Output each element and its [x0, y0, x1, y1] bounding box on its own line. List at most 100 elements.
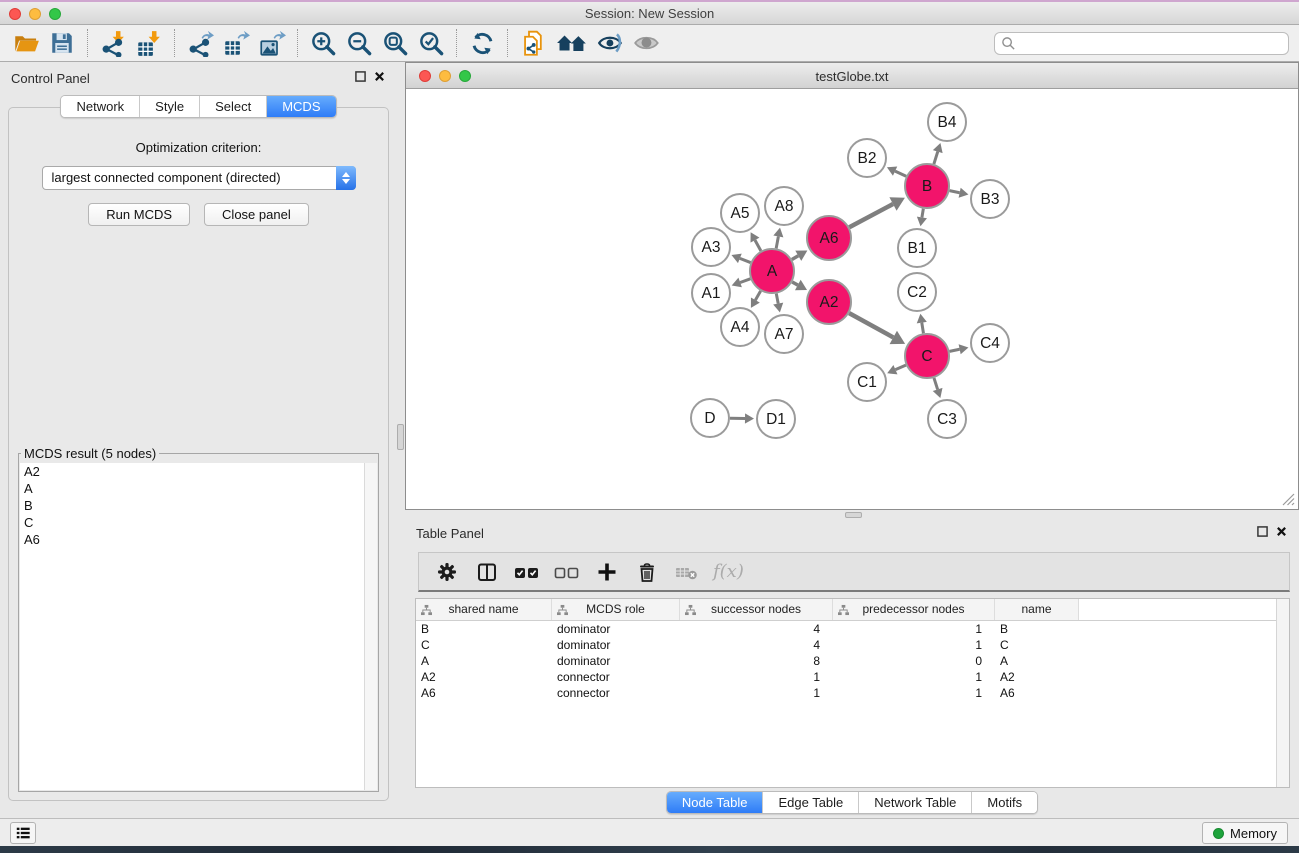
tab-network-table[interactable]: Network Table [858, 792, 971, 813]
zoom-selected-button[interactable] [413, 27, 449, 59]
list-icon [15, 825, 31, 841]
graph-edge[interactable] [922, 323, 924, 334]
column-header-mcds-role[interactable]: MCDS role [552, 599, 680, 620]
duplicate-network-button[interactable] [515, 27, 551, 59]
graph-edge[interactable] [922, 209, 923, 218]
create-column-button[interactable] [589, 556, 625, 588]
zoom-out-button[interactable] [341, 27, 377, 59]
refresh-button[interactable] [464, 27, 500, 59]
gear-icon [435, 560, 459, 584]
table-cell: 0 [833, 653, 995, 669]
close-panel-button[interactable]: Close panel [204, 203, 309, 226]
table-cell: 8 [680, 653, 833, 669]
tab-select[interactable]: Select [199, 96, 266, 117]
import-table-button[interactable] [131, 27, 167, 59]
table-settings-button[interactable] [429, 556, 465, 588]
open-session-button[interactable] [8, 27, 44, 59]
graph-edge[interactable] [755, 240, 761, 251]
result-scrollbar[interactable] [364, 463, 377, 790]
graph-edge[interactable] [849, 204, 893, 227]
eye-button[interactable] [629, 27, 665, 59]
tab-network[interactable]: Network [61, 96, 139, 117]
resize-grip-icon[interactable] [1282, 493, 1295, 506]
graph-edge[interactable] [895, 171, 906, 176]
birdseye-toggle-button[interactable] [593, 27, 629, 59]
graph-edge[interactable] [934, 378, 938, 390]
graph-edge[interactable] [950, 349, 960, 351]
graph-node-label: C2 [907, 284, 927, 301]
dropdown-stepper-icon [336, 166, 356, 190]
graph-edge[interactable] [755, 291, 760, 300]
optimization-criterion-select[interactable]: largest connected component (directed) [42, 166, 356, 190]
run-mcds-button[interactable]: Run MCDS [88, 203, 190, 226]
memory-button[interactable]: Memory [1202, 822, 1288, 844]
task-history-button[interactable] [10, 822, 36, 844]
table-cell: 1 [833, 621, 995, 637]
search-input[interactable] [1016, 37, 1282, 51]
panel-split-handle[interactable] [397, 424, 404, 450]
desktop-background [0, 846, 1299, 853]
graph-edge[interactable] [776, 294, 778, 304]
tab-node-table[interactable]: Node Table [667, 792, 763, 813]
graph-edge[interactable] [740, 279, 750, 283]
home-button[interactable] [551, 27, 593, 59]
table-cell: connector [552, 685, 680, 701]
zoom-fit-icon [382, 30, 409, 57]
graph-node-label: B3 [981, 191, 1000, 208]
float-panel-icon[interactable] [1257, 526, 1268, 537]
column-header-shared-name[interactable]: shared name [416, 599, 552, 620]
table-row[interactable]: Cdominator41C [416, 637, 1289, 653]
zoom-in-button[interactable] [305, 27, 341, 59]
graph-edge[interactable] [849, 313, 893, 337]
close-panel-icon[interactable] [374, 71, 385, 82]
table-toolbar: f(x) [418, 552, 1290, 592]
table-row[interactable]: A6connector11A6 [416, 685, 1289, 701]
graph-edge[interactable] [895, 365, 905, 370]
mcds-result-box: MCDS result (5 nodes) A2ABCA6 [18, 446, 379, 792]
plus-icon [595, 560, 619, 584]
delete-column-button[interactable] [629, 556, 665, 588]
graph-edge[interactable] [792, 282, 798, 285]
export-table-button[interactable] [218, 27, 254, 59]
graph-edge[interactable] [950, 191, 960, 193]
mcds-result-item[interactable]: B [20, 497, 377, 514]
column-header-predecessor-nodes[interactable]: predecessor nodes [833, 599, 995, 620]
table-cell: 1 [833, 637, 995, 653]
import-network-button[interactable] [95, 27, 131, 59]
table-row[interactable]: Bdominator41B [416, 621, 1289, 637]
delete-table-button-disabled[interactable] [669, 556, 705, 588]
graph-edge[interactable] [740, 258, 751, 262]
mcds-result-item[interactable]: A2 [20, 463, 377, 480]
float-panel-icon[interactable] [355, 71, 366, 82]
tab-style[interactable]: Style [139, 96, 199, 117]
zoom-fit-button[interactable] [377, 27, 413, 59]
tab-mcds[interactable]: MCDS [266, 96, 335, 117]
tab-edge-table[interactable]: Edge Table [762, 792, 858, 813]
mcds-result-item[interactable]: A [20, 480, 377, 497]
show-column-button[interactable] [469, 556, 505, 588]
table-scrollbar[interactable] [1276, 599, 1289, 787]
graph-edge[interactable] [792, 256, 798, 260]
column-header-name[interactable]: name [995, 599, 1079, 620]
table-cell: B [995, 621, 1079, 637]
mcds-result-item[interactable]: A6 [20, 531, 377, 548]
export-image-button[interactable] [254, 27, 290, 59]
function-builder-button-disabled[interactable]: f(x) [709, 561, 744, 582]
unselect-all-columns-button[interactable] [549, 556, 585, 588]
network-window-titlebar: testGlobe.txt [406, 63, 1298, 89]
table-row[interactable]: Adominator80A [416, 653, 1289, 669]
close-panel-icon[interactable] [1276, 526, 1287, 537]
toolbar-separator [297, 29, 298, 57]
save-session-button[interactable] [44, 27, 80, 59]
network-canvas[interactable]: B4B2BB3A8A5A6A3B1AA1C2A2A4A7C4CC1DD1C3 [407, 90, 1297, 508]
graph-node-label: A3 [702, 239, 721, 256]
tab-motifs[interactable]: Motifs [971, 792, 1037, 813]
graph-edge[interactable] [776, 236, 778, 248]
mcds-result-item[interactable]: C [20, 514, 377, 531]
table-row[interactable]: A2connector11A2 [416, 669, 1289, 685]
select-all-columns-button[interactable] [509, 556, 545, 588]
search-field[interactable] [994, 32, 1289, 55]
graph-edge[interactable] [934, 152, 938, 164]
column-header-successor-nodes[interactable]: successor nodes [680, 599, 833, 620]
export-network-button[interactable] [182, 27, 218, 59]
